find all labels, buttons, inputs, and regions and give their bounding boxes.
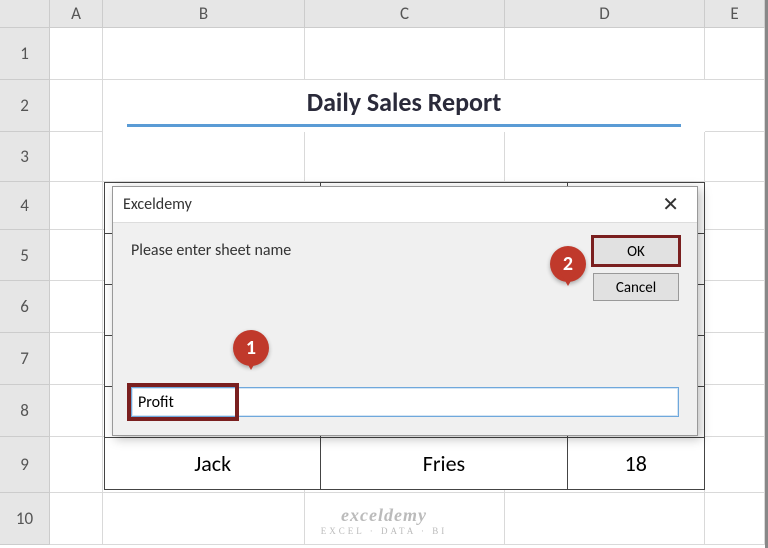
cell[interactable] — [103, 132, 305, 182]
watermark: exceldemy EXCEL · DATA · BI — [321, 505, 447, 536]
cell[interactable] — [705, 230, 765, 281]
row-header-8[interactable]: 8 — [0, 385, 50, 437]
row-header-3[interactable]: 3 — [0, 132, 50, 182]
cell[interactable] — [50, 385, 103, 437]
row-header-1[interactable]: 1 — [0, 28, 50, 80]
cell[interactable] — [705, 437, 765, 493]
cell[interactable] — [705, 132, 765, 182]
dialog-body: Please enter sheet name OK Cancel — [113, 223, 697, 435]
callout-2: 2 — [550, 246, 586, 282]
ok-button[interactable]: OK — [593, 237, 679, 265]
input-row — [131, 387, 679, 417]
cell[interactable] — [50, 132, 103, 182]
callout-1: 1 — [233, 330, 269, 366]
cell[interactable] — [50, 80, 103, 132]
col-header-C[interactable]: C — [305, 0, 505, 28]
report-title: Daily Sales Report — [127, 86, 681, 127]
cell[interactable] — [50, 230, 103, 281]
col-header-A[interactable]: A — [50, 0, 103, 28]
row-header-10[interactable]: 10 — [0, 493, 50, 545]
cell[interactable] — [103, 28, 305, 80]
cell[interactable] — [705, 385, 765, 437]
close-icon[interactable]: ✕ — [654, 192, 687, 217]
cell[interactable] — [50, 182, 103, 230]
col-header-B[interactable]: B — [103, 0, 305, 28]
spreadsheet-area: A B C D E 1 2 Daily Sales Report 3 4 5 6… — [0, 0, 768, 548]
cell[interactable] — [50, 28, 103, 80]
cell-name[interactable]: Jack — [105, 438, 321, 490]
cell[interactable] — [305, 28, 505, 80]
cell[interactable] — [103, 493, 305, 545]
row-header-9[interactable]: 9 — [0, 437, 50, 493]
title-cell[interactable]: Daily Sales Report — [103, 80, 705, 132]
cell-value[interactable]: 18 — [567, 438, 704, 490]
dialog-buttons: OK Cancel — [593, 237, 679, 301]
cell[interactable] — [305, 132, 505, 182]
row-header-2[interactable]: 2 — [0, 80, 50, 132]
col-header-E[interactable]: E — [705, 0, 765, 28]
inputbox-dialog: Exceldemy ✕ Please enter sheet name OK C… — [112, 186, 698, 436]
table-row: Jack Fries 18 — [105, 438, 705, 490]
watermark-subtitle: EXCEL · DATA · BI — [321, 526, 447, 536]
cell[interactable] — [505, 28, 705, 80]
col-header-D[interactable]: D — [505, 0, 705, 28]
row-header-4[interactable]: 4 — [0, 182, 50, 230]
cell[interactable] — [705, 281, 765, 333]
row-header-7[interactable]: 7 — [0, 333, 50, 385]
cell-item[interactable]: Fries — [321, 438, 567, 490]
row-header-5[interactable]: 5 — [0, 230, 50, 281]
cell[interactable] — [50, 281, 103, 333]
cell[interactable] — [505, 132, 705, 182]
cell[interactable] — [50, 333, 103, 385]
cancel-button[interactable]: Cancel — [593, 273, 679, 301]
cell[interactable] — [505, 493, 705, 545]
select-all-corner[interactable] — [0, 0, 50, 28]
cell[interactable] — [705, 28, 765, 80]
watermark-title: exceldemy — [321, 505, 447, 526]
cell[interactable] — [705, 182, 765, 230]
dialog-title: Exceldemy — [123, 195, 192, 214]
cell[interactable] — [50, 437, 103, 493]
cell[interactable] — [705, 493, 765, 545]
cell[interactable] — [705, 80, 765, 132]
cell[interactable] — [705, 333, 765, 385]
row-header-6[interactable]: 6 — [0, 281, 50, 333]
dialog-titlebar[interactable]: Exceldemy ✕ — [113, 187, 697, 223]
sheet-name-input[interactable] — [131, 387, 679, 417]
cell[interactable] — [50, 493, 103, 545]
